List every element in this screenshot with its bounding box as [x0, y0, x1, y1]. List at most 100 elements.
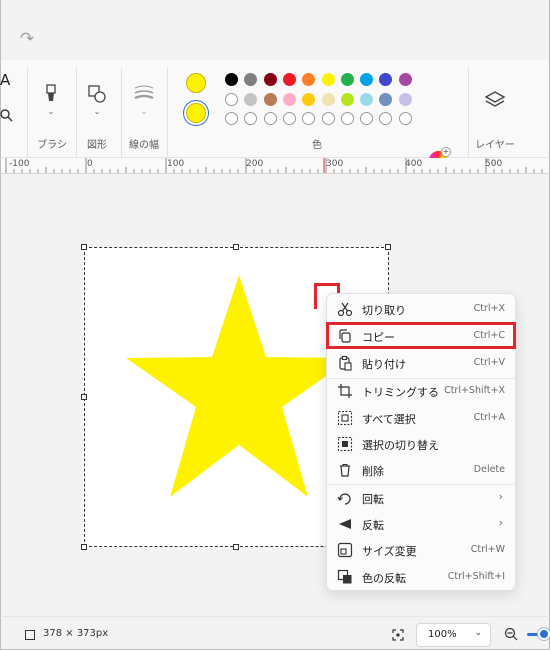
palette-color-swatch[interactable] — [302, 93, 316, 106]
resize-handle[interactable] — [385, 244, 391, 250]
menu-item-label: サイズ変更 — [362, 545, 417, 558]
redo-button[interactable]: ↷ — [17, 29, 37, 49]
chevron-down-icon[interactable]: ⌄ — [138, 107, 150, 116]
palette-color-swatch[interactable] — [379, 73, 393, 86]
resize-icon — [337, 542, 353, 558]
fit-to-window-icon[interactable] — [392, 629, 404, 641]
shape-group-label: 図形 — [87, 140, 107, 151]
palette-color-swatch[interactable] — [263, 73, 277, 86]
palette-color-swatch[interactable] — [398, 73, 412, 86]
paste-icon — [339, 355, 352, 371]
chevron-right-icon: › — [498, 490, 503, 503]
menu-item-label: 切り取り — [362, 304, 406, 317]
zoom-select[interactable]: 100% ⌄ — [416, 623, 491, 647]
menu-item-delete[interactable]: 削除 Delete — [327, 457, 517, 483]
select-all-icon — [337, 410, 353, 426]
chevron-down-icon[interactable]: ⌄ — [91, 107, 103, 116]
divider — [27, 68, 28, 158]
primary-color-swatch[interactable] — [186, 73, 206, 93]
menu-item-label: トリミングする — [362, 386, 439, 399]
menu-item-label: 選択の切り替え — [362, 439, 439, 452]
palette-color-swatch[interactable] — [225, 93, 238, 106]
plus-icon: + — [441, 147, 451, 157]
ruler-label: -100 — [9, 159, 30, 169]
horizontal-ruler: -100 0 100 200 300 400 500 — [0, 158, 550, 174]
stroke-width-icon[interactable] — [132, 82, 156, 106]
magnifier-icon[interactable] — [0, 108, 13, 122]
custom-color-slot[interactable] — [244, 112, 258, 125]
resize-handle[interactable] — [81, 244, 87, 250]
palette-color-swatch[interactable] — [225, 73, 238, 86]
menu-item-shortcut: Delete — [473, 464, 505, 475]
menu-item-rotate[interactable]: 回転 › — [327, 485, 517, 511]
menu-item-invert-color[interactable]: 色の反転 Ctrl+Shift+I — [327, 564, 517, 590]
menu-item-select-all[interactable]: すべて選択 Ctrl+A — [327, 405, 517, 431]
palette-color-swatch[interactable] — [302, 73, 316, 86]
palette-color-swatch[interactable] — [321, 93, 335, 106]
chevron-down-icon[interactable]: ⌄ — [45, 107, 57, 116]
custom-color-slot[interactable] — [321, 112, 335, 125]
custom-color-slot[interactable] — [360, 112, 374, 125]
text-tool[interactable]: A — [0, 71, 10, 89]
menu-item-invert-selection[interactable]: 選択の切り替え — [327, 431, 517, 457]
stroke-group-label: 線の幅 — [129, 140, 159, 151]
resize-handle[interactable] — [233, 544, 239, 550]
divider — [167, 68, 168, 158]
ruler-label: 200 — [246, 159, 264, 169]
ruler-label: 100 — [167, 159, 185, 169]
resize-handle[interactable] — [233, 244, 239, 250]
menu-item-flip[interactable]: 反転 › — [327, 511, 517, 537]
divider — [468, 68, 469, 158]
custom-color-slot[interactable] — [225, 112, 238, 125]
color-group-label: 色 — [312, 140, 322, 151]
ruler-ticks — [5, 158, 543, 173]
ribbon-toolbar: A ⌄ ブラシ ⌄ 図形 ⌄ 線の幅 + 色 レイヤー — [0, 60, 550, 170]
custom-color-slot[interactable] — [340, 112, 354, 125]
palette-color-swatch[interactable] — [340, 93, 354, 106]
menu-item-paste[interactable]: 貼り付け Ctrl+V — [327, 350, 517, 376]
brush-group-label: ブラシ — [37, 140, 67, 151]
crop-icon — [338, 384, 352, 398]
invert-color-icon — [337, 569, 352, 584]
palette-color-swatch[interactable] — [398, 93, 412, 106]
resize-handle[interactable] — [81, 544, 87, 550]
palette-color-swatch[interactable] — [244, 93, 258, 106]
palette-color-swatch[interactable] — [360, 73, 374, 86]
menu-item-shortcut: Ctrl+Shift+X — [444, 385, 505, 396]
zoom-slider-thumb[interactable] — [538, 628, 550, 640]
palette-color-swatch[interactable] — [379, 93, 393, 106]
custom-color-slot[interactable] — [398, 112, 412, 125]
resize-handle[interactable] — [81, 394, 87, 400]
menu-item-resize[interactable]: サイズ変更 Ctrl+W — [327, 537, 517, 563]
custom-color-slot[interactable] — [263, 112, 277, 125]
secondary-color-swatch[interactable] — [186, 103, 206, 123]
layer-group-label: レイヤー — [475, 140, 515, 151]
scissors-icon — [337, 302, 353, 317]
shapes-icon[interactable] — [85, 82, 109, 106]
chevron-right-icon: › — [498, 516, 503, 529]
palette-color-swatch[interactable] — [244, 73, 258, 86]
layers-icon[interactable] — [483, 88, 507, 112]
copy-highlight-box — [326, 322, 516, 349]
palette-color-swatch[interactable] — [282, 73, 296, 86]
trash-icon — [340, 463, 350, 477]
palette-color-swatch[interactable] — [282, 93, 296, 106]
palette-color-swatch[interactable] — [360, 93, 374, 106]
rotate-icon — [337, 493, 351, 505]
menu-item-label: 回転 — [362, 493, 384, 506]
custom-color-slot[interactable] — [379, 112, 393, 125]
palette-color-swatch[interactable] — [340, 73, 354, 86]
status-bar: 378 × 373px 100% ⌄ — [0, 616, 550, 650]
custom-color-slot[interactable] — [302, 112, 316, 125]
menu-item-label: 削除 — [362, 465, 384, 478]
menu-item-cut[interactable]: 切り取り Ctrl+X — [327, 296, 517, 322]
menu-item-shortcut: Ctrl+A — [473, 412, 505, 423]
palette-color-swatch[interactable] — [263, 93, 277, 106]
zoom-out-icon[interactable] — [504, 627, 518, 641]
ruler-label: 500 — [485, 159, 503, 169]
custom-color-slot[interactable] — [282, 112, 296, 125]
flip-icon — [339, 519, 351, 529]
menu-item-crop[interactable]: トリミングする Ctrl+Shift+X — [327, 378, 517, 404]
brush-icon[interactable] — [39, 82, 63, 106]
palette-color-swatch[interactable] — [321, 73, 335, 86]
